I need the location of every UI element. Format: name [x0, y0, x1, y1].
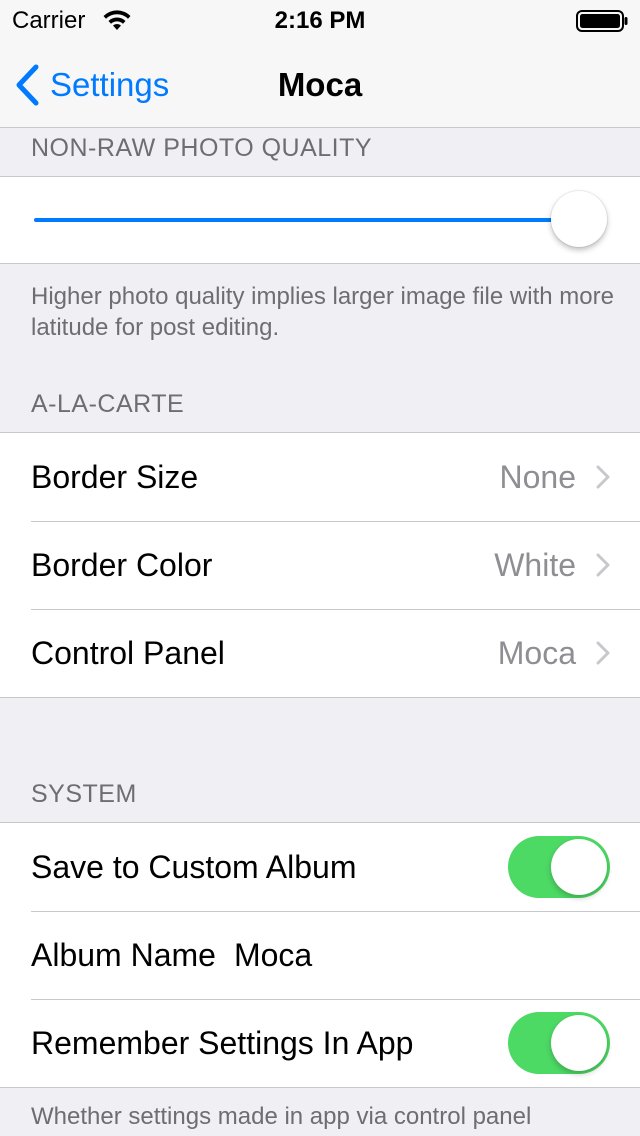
row-value: Moca	[497, 634, 576, 671]
system-footer: Whether settings made in app via control…	[31, 1103, 532, 1130]
control-panel-row[interactable]: Control Panel Moca	[0, 609, 640, 697]
row-label: Control Panel	[31, 634, 225, 671]
row-label: Border Size	[31, 458, 199, 495]
row-label: Remember Settings In App	[31, 1024, 414, 1061]
remember-settings-toggle[interactable]	[508, 1012, 610, 1074]
row-label: Border Color	[31, 546, 213, 583]
photo-quality-group	[0, 176, 640, 264]
photo-quality-footer: Higher photo quality implies larger imag…	[31, 283, 614, 341]
remember-settings-row: Remember Settings In App	[0, 999, 640, 1087]
border-size-row[interactable]: Border Size None	[0, 433, 640, 521]
toggle-knob	[551, 839, 607, 895]
toggle-knob	[551, 1015, 607, 1071]
album-name-row[interactable]: Album Name Moca	[0, 911, 640, 999]
row-label: Save to Custom Album	[31, 848, 357, 885]
system-group: Save to Custom Album Album Name Moca Rem…	[0, 822, 640, 1088]
a-la-carte-group: Border Size None Border Color White Cont…	[0, 432, 640, 698]
section-header-system: SYSTEM	[31, 780, 137, 808]
row-value: White	[494, 546, 576, 583]
photo-quality-slider[interactable]	[0, 177, 640, 263]
chevron-right-icon	[596, 641, 610, 665]
slider-track[interactable]	[34, 218, 579, 222]
slider-thumb[interactable]	[551, 191, 607, 247]
page-title: Moca	[277, 66, 363, 103]
section-header-a-la-carte: A-LA-CARTE	[31, 390, 185, 418]
save-custom-album-row: Save to Custom Album	[0, 823, 640, 911]
section-header-photo-quality: NON-RAW PHOTO QUALITY	[31, 134, 373, 162]
chevron-right-icon	[596, 465, 610, 489]
status-bar: Carrier 2:16 PM	[0, 0, 640, 40]
battery-icon	[576, 10, 628, 32]
navigation-bar: Settings Moca	[0, 40, 640, 128]
album-name-field[interactable]: Moca	[234, 937, 312, 974]
row-value: None	[499, 458, 577, 495]
row-label: Album Name	[31, 936, 216, 973]
chevron-right-icon	[596, 553, 610, 577]
status-time: 2:16 PM	[274, 7, 366, 34]
save-custom-album-toggle[interactable]	[508, 836, 610, 898]
border-color-row[interactable]: Border Color White	[0, 521, 640, 609]
